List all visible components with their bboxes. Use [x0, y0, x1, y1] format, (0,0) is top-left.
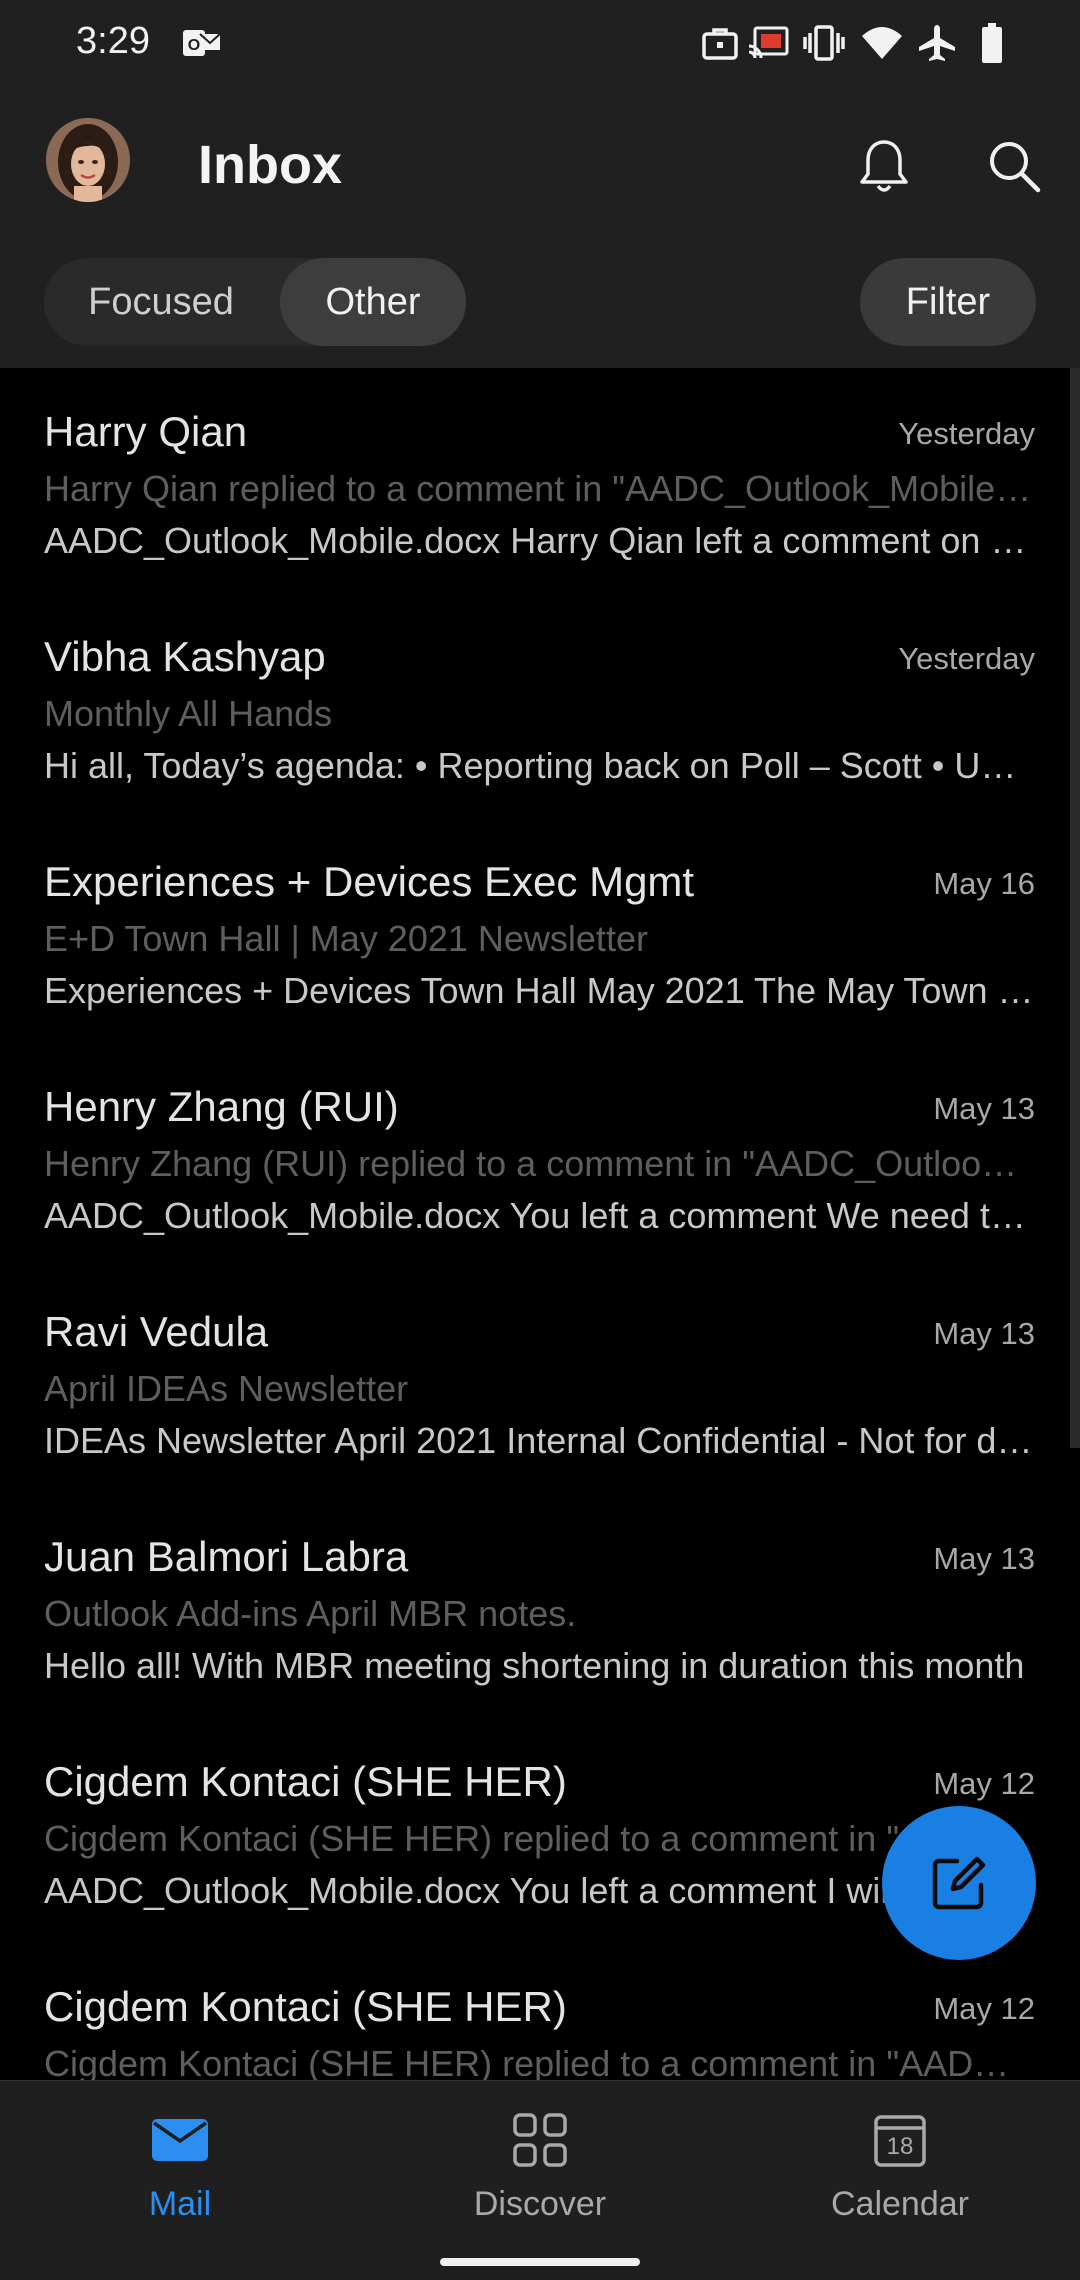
email-row[interactable]: Vibha Kashyap Yesterday Monthly All Hand…	[0, 593, 1070, 818]
nav-mail[interactable]: Mail	[60, 2107, 300, 2237]
status-bar: 3:29 O	[0, 0, 1080, 88]
compose-icon	[932, 1856, 986, 1910]
email-subject: Cigdem Kontaci (SHE HER) replied to a co…	[44, 2043, 1034, 2080]
email-row[interactable]: Harry Qian Yesterday Harry Qian replied …	[0, 368, 1070, 593]
compose-button[interactable]	[882, 1806, 1036, 1960]
email-sender: Ravi Vedula	[44, 1308, 269, 1355]
email-sender: Juan Balmori Labra	[44, 1533, 409, 1580]
nav-calendar-label: Calendar	[831, 2185, 969, 2223]
email-preview: Hi all, Today’s agenda: • Reporting back…	[44, 745, 1036, 786]
tab-focused[interactable]: Focused	[44, 258, 278, 346]
outlook-notification-icon: O	[180, 22, 224, 64]
email-subject: Harry Qian replied to a comment in "AADC…	[44, 468, 1034, 509]
email-date: May 12	[933, 1991, 1035, 2026]
calendar-icon: 18	[872, 2107, 928, 2173]
list-scrollbar[interactable]	[1070, 368, 1080, 1448]
status-time: 3:29	[76, 20, 150, 62]
home-indicator[interactable]	[440, 2258, 640, 2266]
email-date: Yesterday	[898, 416, 1035, 451]
profile-avatar[interactable]	[46, 118, 130, 202]
email-subject: Monthly All Hands	[44, 693, 333, 734]
email-row[interactable]: Ravi Vedula May 13 April IDEAs Newslette…	[0, 1268, 1070, 1493]
email-preview: AADC_Outlook_Mobile.docx You left a comm…	[44, 1195, 1036, 1236]
email-subject: April IDEAs Newsletter	[44, 1368, 409, 1409]
email-preview: Hello all! With MBR meeting shortening i…	[44, 1645, 1025, 1686]
inbox-header: Inbox Focused Other Filter	[0, 88, 1080, 368]
inbox-segmented-control: Focused Other	[44, 258, 466, 346]
svg-text:O: O	[188, 37, 200, 54]
email-subject: Henry Zhang (RUI) replied to a comment i…	[44, 1143, 1034, 1184]
nav-mail-label: Mail	[148, 2185, 212, 2223]
email-sender: Henry Zhang (RUI)	[44, 1083, 399, 1130]
nav-calendar[interactable]: 18 Calendar	[780, 2107, 1020, 2237]
wifi-icon	[860, 22, 904, 64]
email-subject: Cigdem Kontaci (SHE HER) replied to a co…	[44, 1818, 1034, 1859]
mail-icon	[150, 2107, 210, 2173]
battery-icon	[980, 22, 1004, 64]
email-date: May 13	[933, 1091, 1035, 1126]
calendar-day-number: 18	[886, 2133, 914, 2160]
page-title: Inbox	[198, 135, 342, 195]
filter-button[interactable]: Filter	[860, 258, 1036, 346]
email-date: Yesterday	[898, 641, 1035, 676]
work-profile-icon	[700, 22, 740, 64]
email-sender: Cigdem Kontaci (SHE HER)	[44, 1758, 567, 1805]
notifications-button[interactable]	[846, 128, 922, 204]
email-date: May 13	[933, 1541, 1035, 1576]
grid-icon	[512, 2107, 568, 2173]
bell-icon	[860, 140, 908, 192]
email-preview: Experiences + Devices Town Hall May 2021…	[44, 970, 1036, 1011]
email-sender: Experiences + Devices Exec Mgmt	[44, 858, 695, 905]
tab-other[interactable]: Other	[280, 258, 466, 346]
nav-discover[interactable]: Discover	[420, 2107, 660, 2237]
email-subject: Outlook Add-ins April MBR notes.	[44, 1593, 577, 1634]
nav-discover-label: Discover	[473, 2185, 607, 2223]
email-row[interactable]: Experiences + Devices Exec Mgmt May 16 E…	[0, 818, 1070, 1043]
airplane-icon	[916, 22, 958, 64]
email-date: May 12	[933, 1766, 1035, 1801]
search-button[interactable]	[976, 128, 1052, 204]
cast-icon	[746, 22, 790, 64]
email-subject: E+D Town Hall | May 2021 Newsletter	[44, 918, 648, 959]
email-sender: Vibha Kashyap	[44, 633, 326, 680]
email-sender: Cigdem Kontaci (SHE HER)	[44, 1983, 567, 2030]
email-preview: IDEAs Newsletter April 2021 Internal Con…	[44, 1420, 1036, 1461]
email-preview: AADC_Outlook_Mobile.docx Harry Qian left…	[44, 520, 1036, 561]
bottom-navigation: Mail Discover 18 Calendar	[0, 2080, 1080, 2280]
email-row[interactable]: Cigdem Kontaci (SHE HER) May 12 Cigdem K…	[0, 1943, 1070, 2080]
search-icon	[990, 142, 1041, 193]
email-date: May 13	[933, 1316, 1035, 1351]
email-sender: Harry Qian	[44, 408, 248, 455]
vibrate-icon	[802, 22, 846, 64]
email-row[interactable]: Juan Balmori Labra May 13 Outlook Add-in…	[0, 1493, 1070, 1718]
email-row[interactable]: Henry Zhang (RUI) May 13 Henry Zhang (RU…	[0, 1043, 1070, 1268]
email-date: May 16	[933, 866, 1035, 901]
